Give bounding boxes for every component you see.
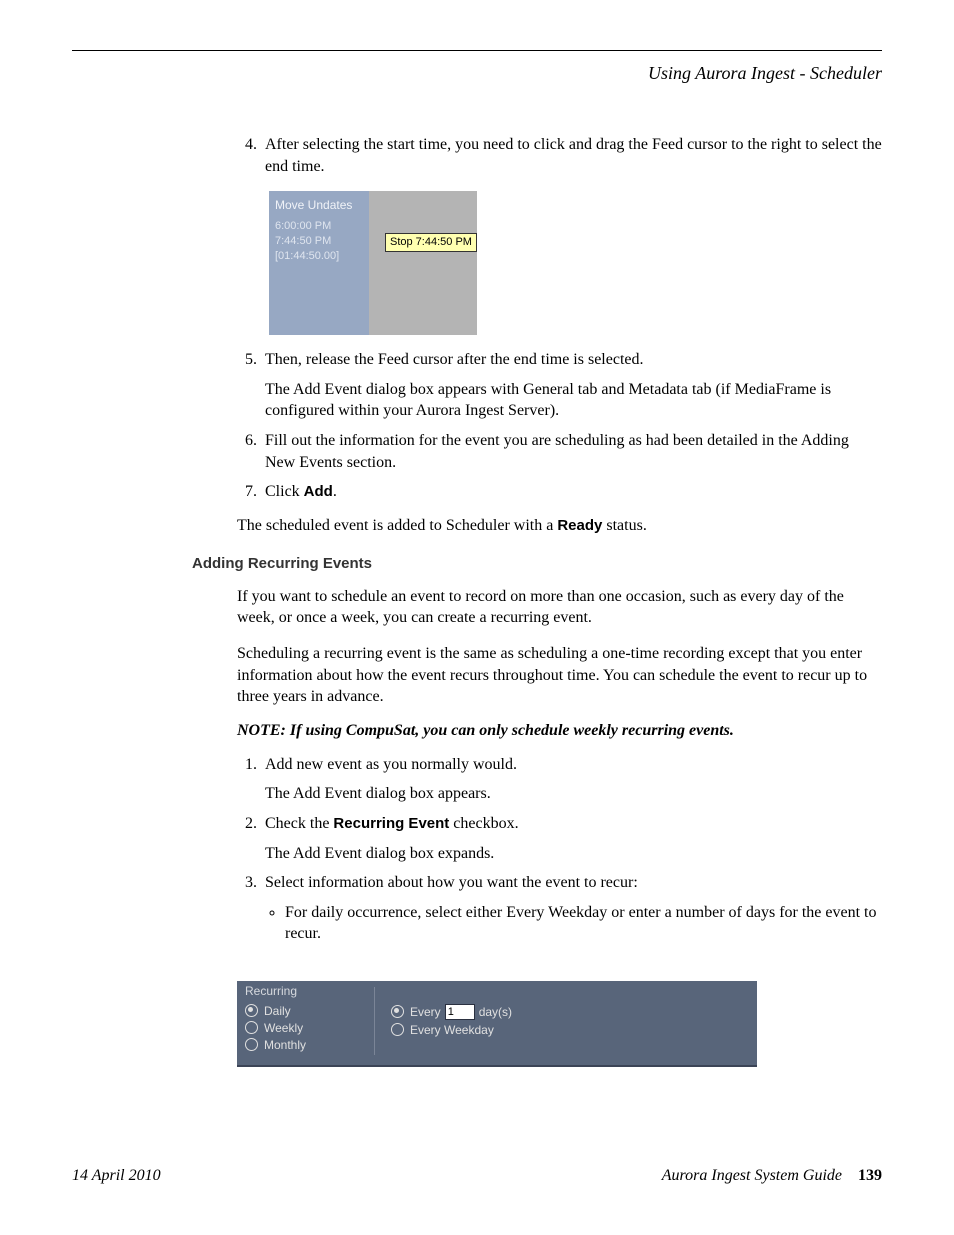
radio-icon	[245, 1021, 258, 1034]
step-b1: Add new event as you normally would. The…	[261, 754, 882, 805]
running-header: Using Aurora Ingest - Scheduler	[72, 63, 882, 84]
step-7-suffix: .	[333, 483, 337, 500]
step-5-detail: The Add Event dialog box appears with Ge…	[265, 379, 882, 422]
step-b2-suffix: checkbox.	[449, 815, 518, 832]
steps-list-b: Add new event as you normally would. The…	[237, 754, 882, 945]
footer-page-number: 139	[858, 1167, 882, 1184]
step-b2-detail: The Add Event dialog box expands.	[265, 843, 882, 865]
radio-icon	[391, 1005, 404, 1018]
step-7-bold: Add	[304, 483, 333, 500]
step-6-text: Fill out the information for the event y…	[265, 432, 849, 471]
steps-list-a: After selecting the start time, you need…	[237, 134, 882, 503]
header-rule	[72, 50, 882, 51]
step-b3: Select information about how you want th…	[261, 872, 882, 945]
main-content: After selecting the start time, you need…	[237, 134, 882, 535]
radio-icon	[245, 1004, 258, 1017]
section2-p2: Scheduling a recurring event is the same…	[237, 643, 882, 708]
status-suffix: status.	[602, 517, 646, 534]
radio-daily-row[interactable]: Daily	[245, 1004, 366, 1018]
step-4: After selecting the start time, you need…	[261, 134, 882, 335]
step-b3-bullets: For daily occurrence, select either Ever…	[265, 902, 882, 945]
figure-recurring-panel: Recurring Daily Weekly Monthly	[237, 981, 757, 1067]
figure-duration: [01:44:50.00]	[275, 249, 363, 264]
step-7-prefix: Click	[265, 483, 304, 500]
step-b1-text: Add new event as you normally would.	[265, 756, 517, 773]
section2-note: NOTE: If using CompuSat, you can only sc…	[237, 722, 882, 740]
step-b1-detail: The Add Event dialog box appears.	[265, 783, 882, 805]
step-7: Click Add.	[261, 481, 882, 503]
radio-monthly-label: Monthly	[264, 1038, 306, 1052]
figure-time-end: 7:44:50 PM	[275, 234, 363, 249]
step-6: Fill out the information for the event y…	[261, 430, 882, 473]
step-5-text: Then, release the Feed cursor after the …	[265, 351, 644, 368]
figure-tooltip: Stop 7:44:50 PM	[385, 233, 477, 252]
footer-date: 14 April 2010	[72, 1167, 161, 1185]
status-line: The scheduled event is added to Schedule…	[237, 517, 882, 535]
radio-every-weekday-row[interactable]: Every Weekday	[391, 1023, 749, 1037]
radio-daily-label: Daily	[264, 1004, 291, 1018]
radio-icon	[245, 1038, 258, 1051]
status-bold: Ready	[557, 517, 602, 534]
figure-selection-title: Move Undates	[275, 197, 363, 213]
step-4-text: After selecting the start time, you need…	[265, 136, 882, 175]
days-label: day(s)	[479, 1005, 512, 1019]
figure-feed-cursor: Move Undates 6:00:00 PM 7:44:50 PM [01:4…	[269, 191, 477, 335]
every-weekday-label: Every Weekday	[410, 1023, 494, 1037]
recurring-left-col: Recurring Daily Weekly Monthly	[245, 987, 375, 1055]
recurring-legend: Recurring	[245, 984, 366, 998]
radio-weekly-row[interactable]: Weekly	[245, 1021, 366, 1035]
every-days-input[interactable]: 1	[445, 1004, 475, 1020]
section-heading-recurring: Adding Recurring Events	[192, 555, 882, 572]
step-b3-bullet-1: For daily occurrence, select either Ever…	[285, 902, 882, 945]
radio-icon	[391, 1023, 404, 1036]
status-prefix: The scheduled event is added to Schedule…	[237, 517, 557, 534]
every-label: Every	[410, 1005, 441, 1019]
figure-time-start: 6:00:00 PM	[275, 219, 363, 234]
recurring-right-col: Every 1 day(s) Every Weekday	[375, 987, 749, 1055]
radio-every-row[interactable]: Every 1 day(s)	[391, 1004, 749, 1020]
radio-monthly-row[interactable]: Monthly	[245, 1038, 366, 1052]
step-b3-text: Select information about how you want th…	[265, 874, 638, 891]
radio-weekly-label: Weekly	[264, 1021, 303, 1035]
page-footer: 14 April 2010 Aurora Ingest System Guide…	[72, 1167, 882, 1185]
step-b2-prefix: Check the	[265, 815, 333, 832]
step-5: Then, release the Feed cursor after the …	[261, 349, 882, 422]
footer-guide: Aurora Ingest System Guide	[662, 1167, 842, 1184]
figure-selection-block: Move Undates 6:00:00 PM 7:44:50 PM [01:4…	[269, 191, 369, 335]
step-b2: Check the Recurring Event checkbox. The …	[261, 813, 882, 864]
section2-p1: If you want to schedule an event to reco…	[237, 586, 882, 629]
step-b2-bold: Recurring Event	[333, 815, 449, 832]
